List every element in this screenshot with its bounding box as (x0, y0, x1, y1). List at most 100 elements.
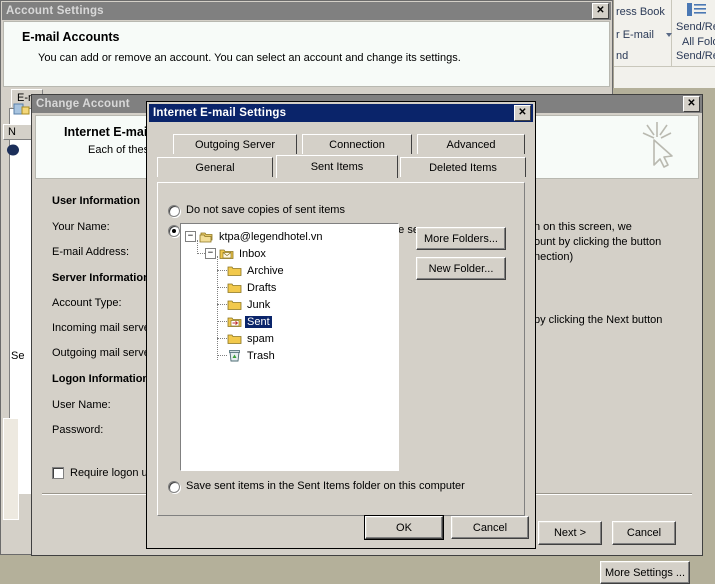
tree-node-drafts[interactable]: Drafts (227, 280, 278, 295)
ies-body: Outgoing Server Connection Advanced Gene… (149, 124, 533, 546)
collapse-icon[interactable]: − (185, 231, 196, 242)
send-receive-icon[interactable] (686, 2, 708, 18)
chevron-down-icon[interactable] (666, 33, 672, 37)
next-button[interactable]: Next > (538, 521, 602, 545)
tab-advanced[interactable]: Advanced (417, 134, 525, 154)
right-text-line4: by clicking the Next button (534, 314, 663, 326)
close-icon[interactable]: ✕ (592, 3, 609, 19)
ies-titlebar: Internet E-mail Settings ✕ (149, 104, 533, 122)
section-server-information: Server Information (52, 272, 150, 284)
sent-folder-icon (227, 315, 242, 328)
radio-save-local[interactable] (168, 481, 180, 493)
ies-title: Internet E-mail Settings (153, 107, 287, 119)
account-settings-footer-text: Se (11, 350, 25, 362)
radio-save-local-label: Save sent items in the Sent Items folder… (186, 480, 465, 492)
ok-button[interactable]: OK (364, 515, 444, 540)
tree-connector (217, 287, 227, 288)
tree-node-label: Drafts (247, 281, 277, 294)
label-your-name: Your Name: (52, 221, 110, 233)
radio-do-not-save[interactable] (168, 205, 180, 217)
send-receive-line1[interactable]: Send/Re (676, 21, 715, 33)
radio-do-not-save-label: Do not save copies of sent items (186, 204, 345, 216)
section-user-information: User Information (52, 195, 141, 207)
folder-icon (227, 281, 242, 294)
tree-connector (217, 270, 227, 271)
tree-connector (217, 355, 227, 356)
account-settings-header-panel: E-mail Accounts You can add or remove an… (3, 21, 610, 87)
tree-node-label: Junk (247, 298, 271, 311)
tree-connector (197, 253, 205, 254)
tab-deleted-items[interactable]: Deleted Items (400, 157, 526, 177)
close-icon[interactable]: ✕ (683, 96, 700, 112)
account-entry-icon[interactable] (7, 144, 21, 156)
send-receive-line2[interactable]: All Folo (682, 36, 715, 48)
require-logon-checkbox[interactable] (52, 467, 64, 479)
tree-node-sent[interactable]: Sent (227, 314, 272, 329)
wizard-cancel-button[interactable]: Cancel (612, 521, 676, 545)
require-logon-label: Require logon u (70, 467, 148, 479)
folder-icon (227, 298, 242, 311)
tab-outgoing-server[interactable]: Outgoing Server (173, 134, 297, 154)
label-outgoing-mail-server: Outgoing mail serve (52, 347, 150, 359)
folders-stack-icon (199, 230, 214, 243)
tree-node-label: spam (247, 332, 274, 345)
tree-node-label: ktpa@legendhotel.vn (219, 230, 323, 243)
account-settings-window: Account Settings ✕ E-mail Accounts You c… (0, 0, 613, 90)
tab-general[interactable]: General (157, 157, 273, 177)
new-account-icon[interactable] (13, 100, 31, 119)
close-icon[interactable]: ✕ (514, 105, 531, 121)
tree-connector (217, 338, 227, 339)
folder-icon (227, 264, 242, 277)
trash-icon (227, 349, 242, 362)
folder-tree[interactable]: − ktpa@legendhotel.vn − Inbox Archive Dr… (180, 223, 399, 471)
folder-icon (227, 332, 242, 345)
more-settings-button[interactable]: More Settings ... (600, 561, 690, 584)
tree-node-label: Trash (247, 349, 275, 362)
more-folders-button[interactable]: More Folders... (416, 227, 506, 250)
label-user-name: User Name: (52, 399, 111, 411)
find-label: nd (616, 50, 629, 62)
account-settings-title: Account Settings (6, 5, 104, 17)
internet-email-settings-dialog: Internet E-mail Settings ✕ Outgoing Serv… (146, 101, 536, 549)
inbox-folder-icon (219, 247, 234, 260)
tree-connector (217, 321, 227, 322)
sent-items-pane: Do not save copies of sent items Save se… (157, 182, 525, 516)
ies-tabrow-bottom: General Sent Items Deleted Items (157, 155, 526, 178)
new-email-label[interactable]: r E-mail (616, 29, 654, 41)
tree-node-label: Inbox (239, 247, 266, 260)
label-account-type: Account Type: (52, 297, 122, 309)
label-incoming-mail-server: Incoming mail serve (52, 322, 150, 334)
account-settings-titlebar: Account Settings ✕ (2, 2, 611, 20)
tree-connector (217, 256, 218, 360)
tab-sent-items[interactable]: Sent Items (276, 155, 398, 178)
new-folder-button[interactable]: New Folder... (416, 257, 506, 280)
ies-tabrow-top: Outgoing Server Connection Advanced (157, 134, 525, 155)
tree-node-inbox[interactable]: − Inbox (205, 246, 268, 261)
tree-node-junk[interactable]: Junk (227, 297, 272, 312)
tree-connector (217, 304, 227, 305)
tab-connection[interactable]: Connection (302, 134, 412, 154)
right-text-line3: nection) (534, 251, 574, 263)
ies-cancel-button[interactable]: Cancel (451, 516, 529, 539)
label-email-address: E-mail Address: (52, 246, 130, 258)
address-book-label[interactable]: ress Book (616, 6, 665, 18)
outlook-ribbon-fragment: ress Book r E-mail nd Send/Re All Folo S… (613, 0, 715, 88)
radio-save-on-server[interactable] (168, 225, 180, 237)
tree-node-root[interactable]: − ktpa@legendhotel.vn (185, 229, 325, 244)
page-title: E-mail Accounts (22, 30, 120, 44)
tree-node-trash[interactable]: Trash (227, 348, 277, 363)
accounts-scrollbar[interactable] (3, 418, 19, 520)
tree-node-label: Archive (247, 264, 284, 277)
wizard-heading: Internet E-mail (64, 125, 151, 139)
tree-node-label: Sent (245, 315, 272, 328)
send-receive-group-label: Send/Re (676, 50, 715, 62)
tree-node-archive[interactable]: Archive (227, 263, 286, 278)
ribbon-bottom-divider (614, 66, 715, 67)
page-description: You can add or remove an account. You ca… (38, 52, 461, 64)
cursor-sparkle-icon (640, 120, 680, 173)
right-text-line2: ount by clicking the button (534, 236, 662, 248)
tree-node-spam[interactable]: spam (227, 331, 276, 346)
label-password: Password: (52, 424, 104, 436)
right-text-line1: n on this screen, we (534, 221, 632, 233)
collapse-icon[interactable]: − (205, 248, 216, 259)
